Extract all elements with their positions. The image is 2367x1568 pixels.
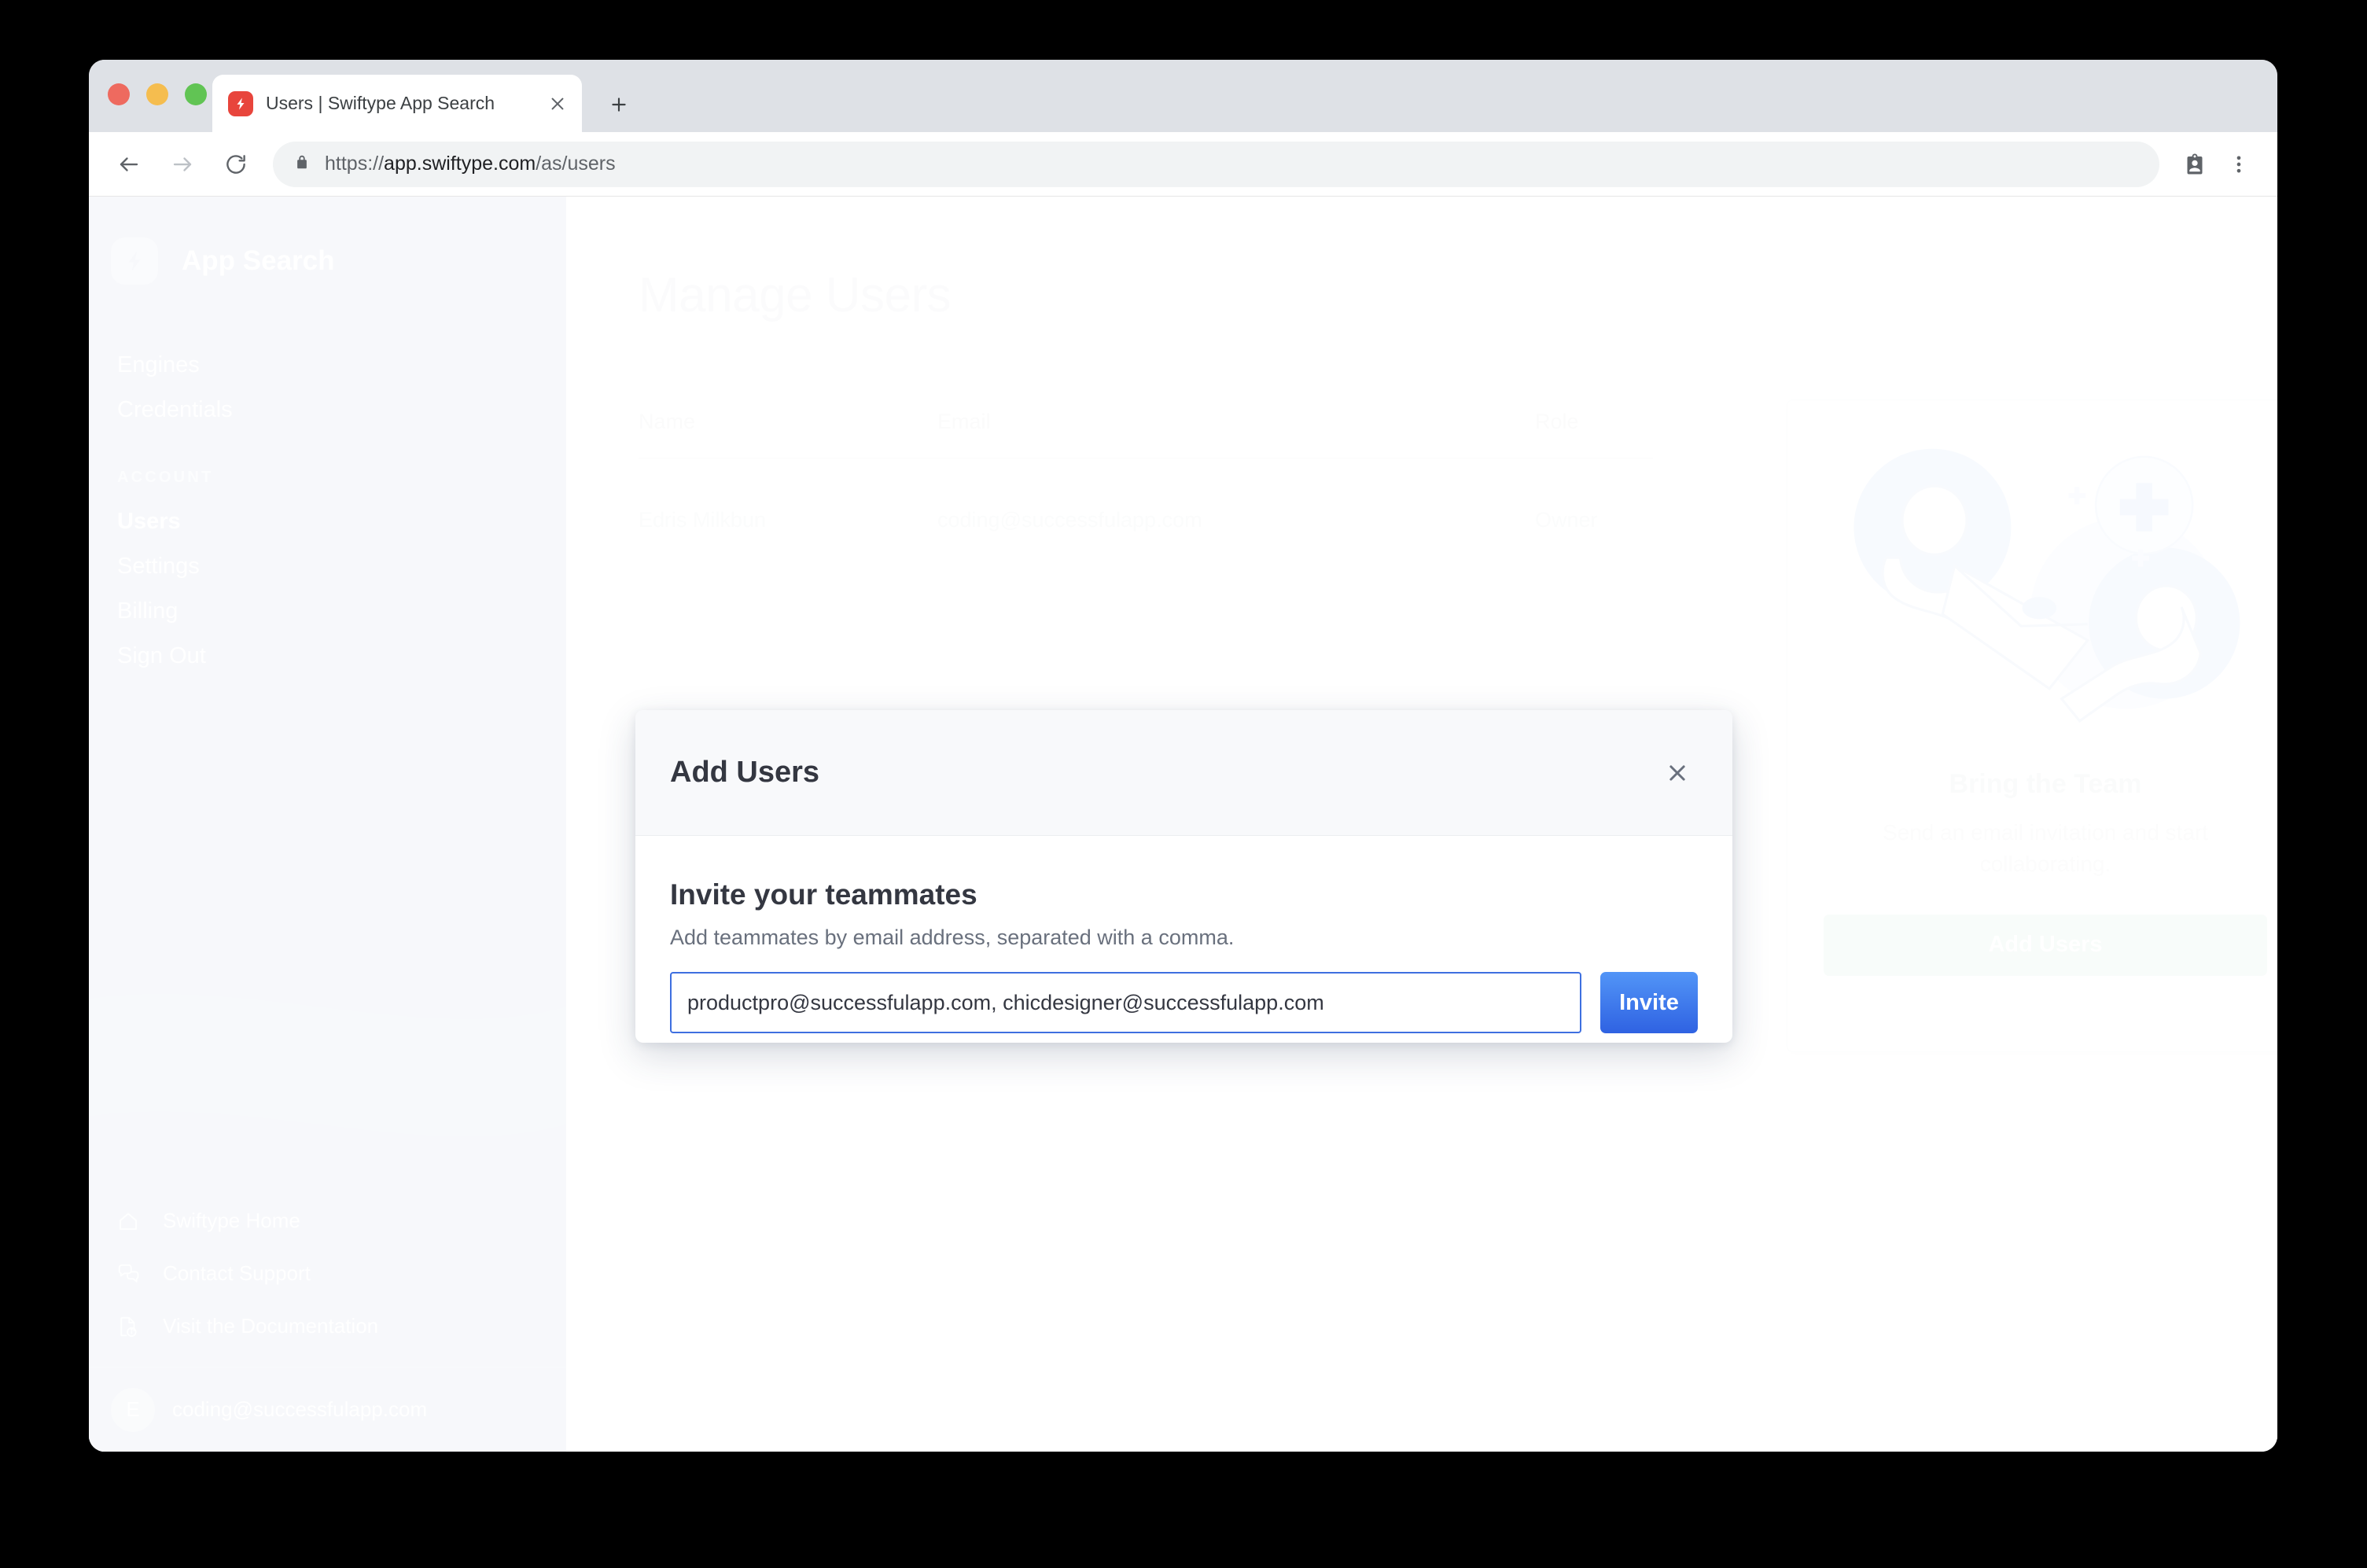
browser-tab[interactable]: Users | Swiftype App Search: [212, 75, 582, 132]
forward-arrow-icon[interactable]: [164, 146, 201, 182]
three-dot-menu-icon[interactable]: [2221, 146, 2257, 182]
invite-button[interactable]: Invite: [1600, 972, 1698, 1033]
url-path: /as/users: [536, 153, 616, 175]
url-address-bar[interactable]: https://app.swiftype.com/as/users: [273, 141, 2159, 187]
back-arrow-icon[interactable]: [111, 146, 147, 182]
invite-emails-input[interactable]: [670, 972, 1581, 1033]
window-traffic-lights: [108, 83, 207, 105]
modal-header: Add Users: [635, 710, 1732, 836]
modal-body: Invite your teammates Add teammates by e…: [635, 836, 1732, 1033]
url-scheme: https://: [325, 153, 385, 175]
reload-icon[interactable]: [218, 146, 254, 182]
add-users-modal: Add Users Invite your teammates Add team…: [635, 710, 1732, 1043]
profile-badge-icon[interactable]: [2177, 146, 2213, 182]
swiftype-bolt-icon: [228, 90, 253, 116]
page-viewport: App Search Engines Credentials ACCOUNT U…: [89, 197, 2277, 1452]
lock-icon: [293, 153, 311, 175]
maximize-window-button[interactable]: [185, 83, 207, 105]
browser-tab-strip: Users | Swiftype App Search: [89, 60, 2277, 132]
close-window-button[interactable]: [108, 83, 130, 105]
close-icon[interactable]: [544, 90, 571, 117]
browser-tab-title: Users | Swiftype App Search: [266, 93, 495, 113]
browser-toolbar: https://app.swiftype.com/as/users: [89, 132, 2277, 197]
invite-heading: Invite your teammates: [670, 878, 977, 911]
browser-window: Users | Swiftype App Search https://app.…: [89, 60, 2277, 1452]
close-icon[interactable]: [1657, 753, 1698, 793]
url-text: https://app.swiftype.com/as/users: [325, 153, 616, 175]
minimize-window-button[interactable]: [146, 83, 168, 105]
url-host: app.swiftype.com: [384, 153, 536, 175]
plus-icon[interactable]: [604, 90, 634, 120]
invite-subtext: Add teammates by email address, separate…: [670, 926, 1235, 949]
invite-row: Invite: [670, 972, 1698, 1033]
modal-title: Add Users: [670, 756, 820, 789]
